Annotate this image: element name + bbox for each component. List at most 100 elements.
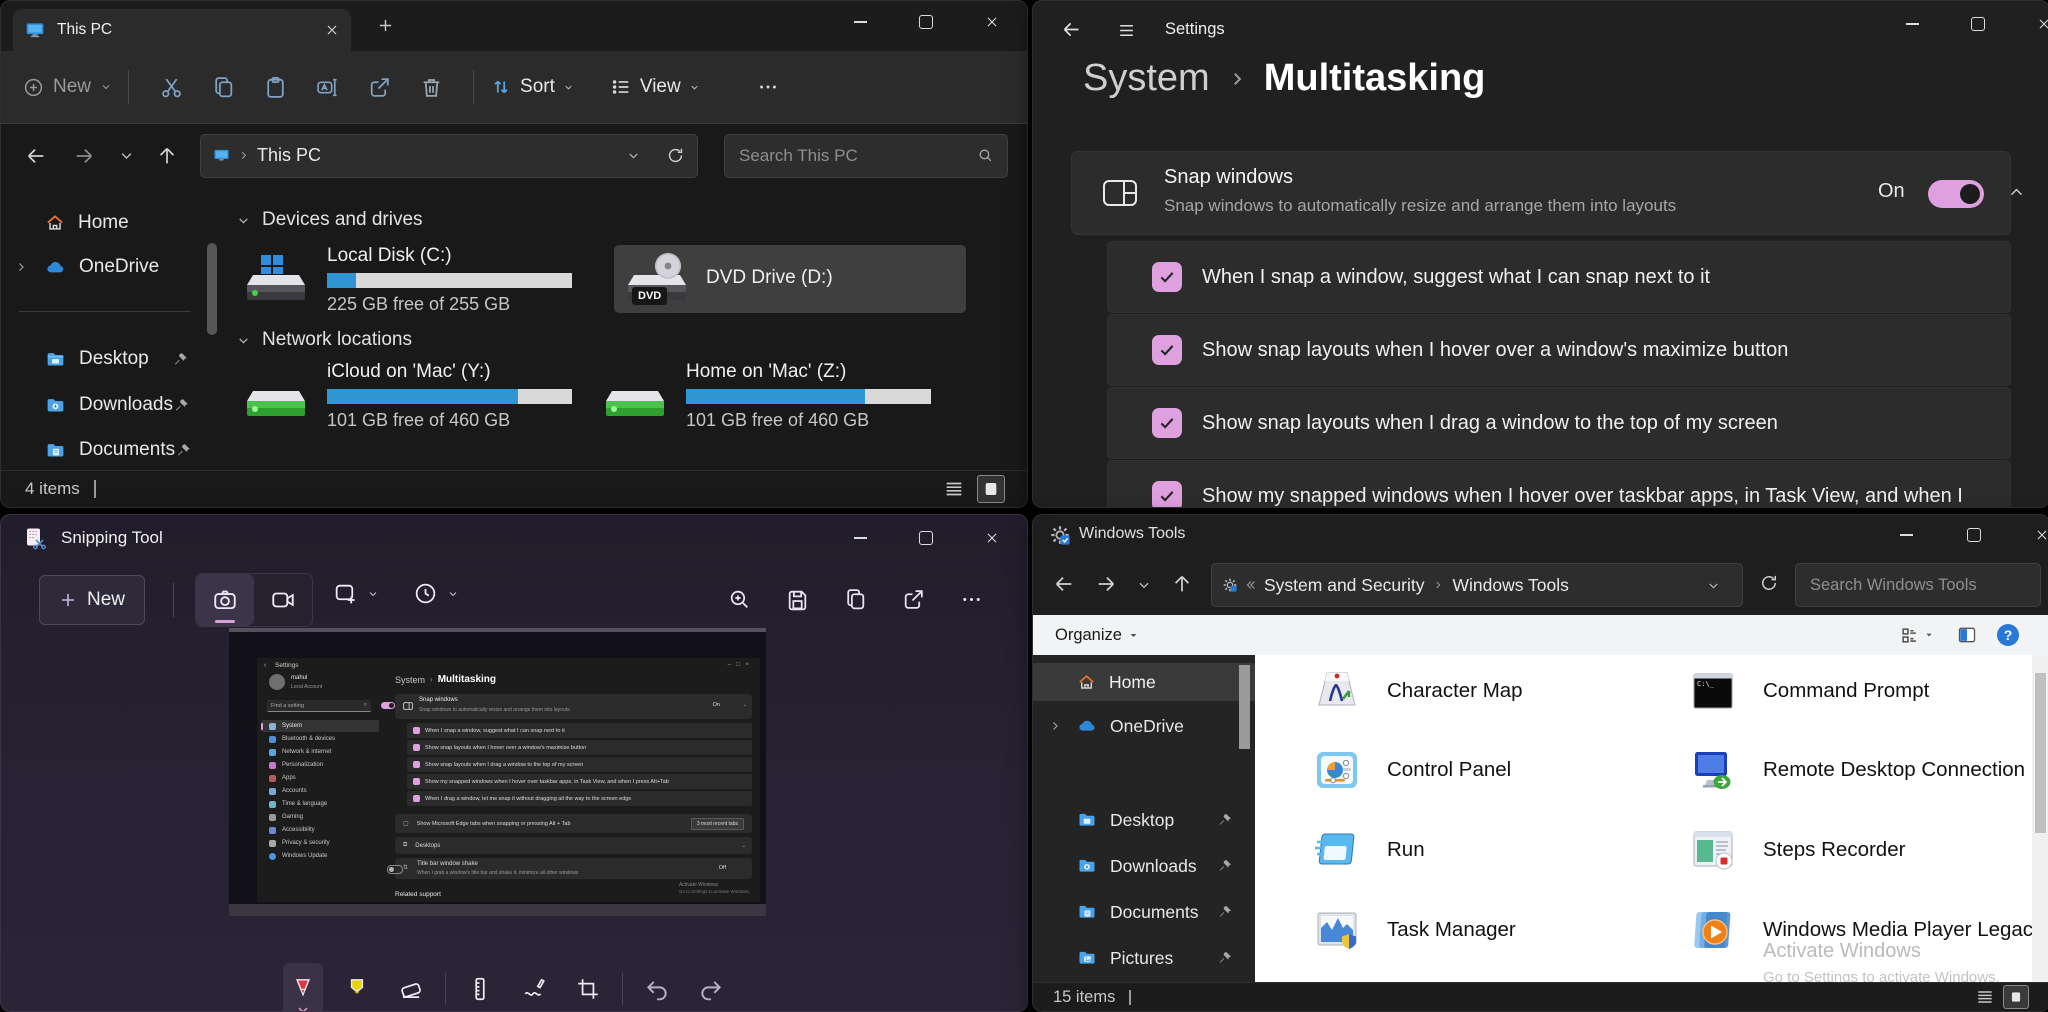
zoom-button[interactable] (717, 577, 761, 621)
help-icon[interactable]: ? (1997, 624, 2019, 646)
sidebar-scrollbar[interactable] (207, 243, 217, 335)
minimize-button[interactable] (837, 521, 883, 555)
sidebar-item-home[interactable]: Home (7, 203, 203, 243)
maximize-button[interactable] (1955, 7, 2001, 41)
tools-sidebar-scrollbar[interactable] (1239, 665, 1250, 749)
close-button[interactable] (969, 521, 1015, 555)
forward-icon[interactable] (1095, 573, 1117, 595)
checkbox-checked-icon[interactable] (1152, 481, 1182, 508)
details-view-icon[interactable] (943, 478, 965, 500)
hamburger-menu-icon[interactable] (1117, 21, 1136, 40)
video-mode-button[interactable] (254, 574, 312, 626)
new-tab-icon[interactable] (377, 17, 394, 34)
new-snip-button[interactable]: New (39, 575, 145, 625)
organize-button[interactable]: Organize (1055, 626, 1122, 645)
up-icon[interactable] (1171, 573, 1193, 595)
sidebar-item-documents[interactable]: Documents (7, 430, 203, 470)
minimize-button[interactable] (837, 5, 883, 39)
share-button[interactable] (353, 65, 405, 109)
breadcrumb-parent[interactable]: System (1083, 57, 1210, 100)
delete-button[interactable] (405, 65, 457, 109)
copy-button[interactable] (197, 65, 249, 109)
refresh-icon[interactable] (666, 146, 685, 165)
view-button[interactable]: View (610, 76, 700, 98)
tools-search-input[interactable] (1796, 576, 2030, 595)
refresh-icon[interactable] (1759, 573, 1779, 593)
tools-sidebar-home[interactable]: Home (1033, 663, 1255, 701)
chevron-down-icon[interactable] (1925, 631, 1933, 639)
thumbnail-view-icon[interactable] (2003, 985, 2029, 1009)
explorer-tab-this-pc[interactable]: This PC (13, 9, 351, 51)
eraser-tool[interactable] (391, 968, 431, 1010)
address-bar[interactable]: This PC (200, 134, 698, 178)
details-view-icon[interactable] (1975, 987, 1995, 1007)
snap-option-row[interactable]: Show snap layouts when I hover over a wi… (1107, 314, 2011, 386)
more-options-icon[interactable] (949, 577, 993, 621)
highlighter-tool[interactable] (337, 968, 377, 1010)
section-devices-header[interactable]: Devices and drives (237, 209, 423, 231)
app-control-panel[interactable]: Control Panel (1313, 746, 1511, 794)
minimize-button[interactable] (1889, 7, 1935, 41)
copy-button[interactable] (833, 577, 877, 621)
tools-sidebar-pictures[interactable]: Pictures (1033, 939, 1255, 977)
drive-icloud-y[interactable]: iCloud on 'Mac' (Y:) 101 GB free of 460 … (235, 361, 591, 429)
app-steps-recorder[interactable]: Steps Recorder (1689, 826, 1905, 874)
checkbox-checked-icon[interactable] (1152, 408, 1182, 438)
checkbox-checked-icon[interactable] (1152, 335, 1182, 365)
close-button[interactable] (2021, 7, 2048, 41)
expand-chevron-icon[interactable] (1049, 720, 1061, 732)
recent-locations-icon[interactable] (1137, 578, 1151, 592)
close-button[interactable] (969, 5, 1015, 39)
tools-sidebar-documents[interactable]: Documents (1033, 893, 1255, 931)
app-task-manager[interactable]: Task Manager (1313, 906, 1516, 954)
sidebar-item-desktop[interactable]: Desktop (7, 339, 203, 379)
app-remote-desktop[interactable]: Remote Desktop Connection (1689, 746, 2025, 794)
drive-home-z[interactable]: Home on 'Mac' (Z:) 101 GB free of 460 GB (594, 361, 966, 429)
close-button[interactable] (2019, 518, 2048, 552)
cut-button[interactable] (145, 65, 197, 109)
snap-option-row[interactable]: Show my snapped windows when I hover ove… (1107, 460, 2011, 508)
chevrons-left-icon[interactable] (1245, 579, 1257, 591)
layout-view-icon[interactable] (1900, 626, 1919, 645)
sort-button[interactable]: Sort (490, 76, 574, 98)
crop-tool[interactable] (568, 968, 608, 1010)
content-scrollbar-track[interactable] (2032, 655, 2048, 983)
drive-local-disk-c[interactable]: Local Disk (C:) 225 GB free of 255 GB (235, 245, 591, 313)
save-button[interactable] (775, 577, 819, 621)
snap-windows-card[interactable]: Snap windows Snap windows to automatical… (1071, 151, 2011, 235)
share-button[interactable] (891, 577, 935, 621)
app-run[interactable]: Run (1313, 826, 1425, 874)
ruler-tool[interactable] (460, 968, 500, 1010)
rename-button[interactable] (301, 65, 353, 109)
sidebar-item-downloads[interactable]: Downloads (7, 385, 203, 425)
more-options-icon[interactable] (742, 65, 794, 109)
maximize-button[interactable] (903, 5, 949, 39)
explorer-search-input[interactable] (725, 146, 977, 166)
section-network-header[interactable]: Network locations (237, 329, 412, 351)
chevron-up-icon[interactable] (2008, 184, 2025, 201)
back-icon[interactable] (1053, 573, 1075, 595)
breadcrumb-parent[interactable]: System and Security (1264, 575, 1424, 596)
preview-pane-icon[interactable] (1957, 625, 1977, 645)
forward-icon[interactable] (73, 145, 95, 167)
touch-writing-tool[interactable] (514, 968, 554, 1010)
settings-back-icon[interactable] (1061, 19, 1082, 40)
undo-button[interactable] (637, 968, 677, 1010)
expand-chevron-icon[interactable] (15, 261, 27, 273)
address-dropdown-icon[interactable] (627, 149, 640, 162)
ballpoint-pen-tool[interactable] (283, 963, 323, 1012)
redo-button[interactable] (691, 968, 731, 1010)
explorer-search[interactable] (724, 134, 1008, 178)
tools-sidebar-desktop[interactable]: Desktop (1033, 801, 1255, 839)
back-icon[interactable] (25, 145, 47, 167)
snip-preview-image[interactable]: ‹ Settings –□× mahul Local Account Find … (229, 628, 766, 916)
tools-search[interactable] (1795, 563, 2041, 607)
tools-sidebar-onedrive[interactable]: OneDrive (1033, 707, 1255, 745)
snip-delay-button[interactable] (413, 581, 459, 606)
drive-dvd-d-selected[interactable]: DVD DVD Drive (D:) (614, 245, 966, 313)
paste-button[interactable] (249, 65, 301, 109)
snap-option-row[interactable]: When I snap a window, suggest what I can… (1107, 241, 2011, 313)
tab-close-icon[interactable] (325, 23, 339, 37)
new-button[interactable]: New (23, 76, 112, 98)
thumbnail-view-icon[interactable] (977, 475, 1005, 503)
